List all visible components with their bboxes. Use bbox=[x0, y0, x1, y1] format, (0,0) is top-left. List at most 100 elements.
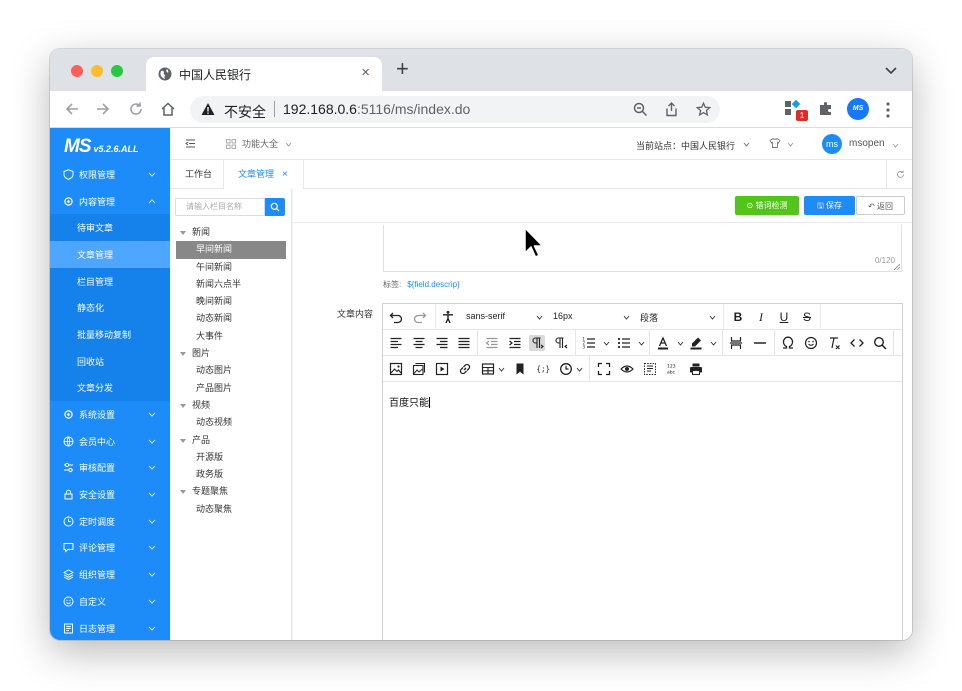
tree-node[interactable]: 晚间新闻 bbox=[176, 293, 286, 310]
username-menu[interactable]: msopen bbox=[849, 138, 885, 149]
chevron-down-icon[interactable] bbox=[498, 367, 505, 372]
sidebar-item-logs[interactable]: 日志管理 bbox=[50, 615, 170, 640]
tree-node[interactable]: 大事件 bbox=[176, 328, 286, 345]
tree-node[interactable]: 开源版 bbox=[176, 449, 286, 466]
caret-down-icon[interactable] bbox=[180, 490, 186, 495]
text-color-icon[interactable] bbox=[655, 335, 671, 351]
chevron-down-icon[interactable] bbox=[576, 367, 583, 372]
highlight-color-icon[interactable] bbox=[688, 335, 704, 351]
block-format-select[interactable]: 段落 bbox=[640, 311, 658, 324]
sidebar-item-schedule[interactable]: 定时调度 bbox=[50, 508, 170, 535]
sidebar-item-organization[interactable]: 组织管理 bbox=[50, 561, 170, 588]
sidebar-subitem-batch-copy[interactable]: 批量移动复制 bbox=[50, 321, 170, 348]
undo-icon[interactable] bbox=[388, 309, 404, 325]
select-all-icon[interactable] bbox=[642, 361, 658, 377]
chevron-down-icon[interactable] bbox=[884, 63, 898, 77]
column-search-input[interactable]: 请输入栏目名称 bbox=[175, 198, 265, 216]
sidebar-item-custom[interactable]: 自定义 bbox=[50, 588, 170, 615]
chevron-down-icon[interactable] bbox=[710, 341, 717, 346]
tab-close-icon[interactable]: × bbox=[282, 160, 288, 189]
home-button[interactable] bbox=[158, 99, 178, 119]
tree-node-root[interactable]: 产品 bbox=[176, 432, 286, 449]
theme-shirt-icon[interactable] bbox=[769, 137, 781, 149]
sidebar-subitem-pending[interactable]: 待审文章 bbox=[50, 214, 170, 242]
zoom-icon[interactable] bbox=[633, 102, 648, 117]
chevron-down-icon[interactable] bbox=[638, 341, 645, 346]
tree-node[interactable]: 动态聚焦 bbox=[176, 501, 286, 518]
caret-down-icon[interactable] bbox=[180, 403, 186, 408]
star-icon[interactable] bbox=[696, 102, 711, 117]
tree-node[interactable]: 新闻六点半 bbox=[176, 276, 286, 293]
sidebar-subitem-static[interactable]: 静态化 bbox=[50, 294, 170, 322]
share-icon[interactable] bbox=[664, 102, 679, 117]
insert-datetime-icon[interactable] bbox=[558, 361, 574, 377]
tree-node[interactable]: 动态图片 bbox=[176, 362, 286, 379]
back-button[interactable] bbox=[62, 99, 82, 119]
search-replace-icon[interactable] bbox=[872, 335, 888, 351]
sidebar-subitem-recycle[interactable]: 回收站 bbox=[50, 347, 170, 375]
save-button[interactable]: 🖫 保存 bbox=[804, 196, 855, 215]
bold-icon[interactable]: B bbox=[730, 309, 746, 325]
tree-node-root[interactable]: 图片 bbox=[176, 345, 286, 362]
underline-icon[interactable]: U bbox=[776, 309, 792, 325]
sidebar-item-audit[interactable]: 审核配置 bbox=[50, 455, 170, 482]
forward-button[interactable] bbox=[93, 99, 113, 119]
chevron-down-icon[interactable] bbox=[677, 341, 684, 346]
link-icon[interactable] bbox=[457, 361, 473, 377]
tree-node-root[interactable]: 视频 bbox=[176, 397, 286, 414]
align-left-icon[interactable] bbox=[388, 335, 404, 351]
minimize-window-button[interactable] bbox=[91, 65, 103, 77]
editor-content[interactable]: 百度只能 bbox=[389, 394, 430, 409]
maximize-window-button[interactable] bbox=[111, 65, 123, 77]
font-family-select[interactable]: sans-serif bbox=[466, 311, 505, 321]
tree-node[interactable]: 午间新闻 bbox=[176, 259, 286, 276]
word-count-icon[interactable]: 123 abc bbox=[665, 361, 681, 377]
redo-icon[interactable] bbox=[412, 309, 428, 325]
tree-node-selected[interactable]: 早间新闻 bbox=[176, 241, 286, 259]
sidebar-item-security[interactable]: 安全设置 bbox=[50, 481, 170, 508]
tab-article-manage[interactable]: 文章管理 × bbox=[224, 160, 304, 189]
url-text[interactable]: 192.168.0.6:5116/ms/index.do bbox=[283, 101, 470, 117]
sidebar-item-members[interactable]: 会员中心 bbox=[50, 428, 170, 455]
tree-node-root[interactable]: 新闻 bbox=[176, 224, 286, 241]
indent-icon[interactable] bbox=[507, 335, 523, 351]
sidebar-item-system[interactable]: 系统设置 bbox=[50, 401, 170, 428]
tree-node[interactable]: 产品图片 bbox=[176, 380, 286, 397]
strikethrough-icon[interactable]: S bbox=[799, 309, 815, 325]
sidebar-subitem-article-manage[interactable]: 文章管理 bbox=[50, 241, 170, 268]
menu-toggle-icon[interactable] bbox=[185, 138, 196, 149]
new-tab-button[interactable]: + bbox=[396, 58, 409, 80]
sidebar-item-permissions[interactable]: 权限管理 bbox=[50, 161, 170, 188]
warning-icon[interactable] bbox=[201, 102, 215, 116]
font-size-select[interactable]: 16px bbox=[553, 311, 573, 321]
ltr-direction-icon[interactable] bbox=[529, 335, 545, 351]
profile-avatar[interactable]: MS bbox=[847, 98, 869, 120]
align-center-icon[interactable] bbox=[411, 335, 427, 351]
description-textarea[interactable]: 0/120 bbox=[383, 225, 902, 272]
image-icon[interactable] bbox=[388, 361, 404, 377]
emoji-icon[interactable] bbox=[803, 335, 819, 351]
insecure-label[interactable]: 不安全 bbox=[224, 102, 266, 122]
caret-down-icon[interactable] bbox=[180, 231, 186, 235]
back-button[interactable]: ↶ 返回 bbox=[856, 196, 905, 215]
resize-handle-icon[interactable] bbox=[894, 264, 900, 270]
caret-down-icon[interactable] bbox=[180, 438, 186, 443]
tab-workbench[interactable]: 工作台 bbox=[174, 160, 224, 189]
bullet-list-icon[interactable] bbox=[616, 335, 632, 351]
rtl-direction-icon[interactable] bbox=[553, 335, 569, 351]
numbered-list-icon[interactable]: 123 bbox=[581, 335, 597, 351]
app-logo[interactable]: MS v5.2.6.ALL bbox=[64, 136, 139, 158]
sidebar-item-comments[interactable]: 评论管理 bbox=[50, 535, 170, 562]
sidebar-subitem-distribute[interactable]: 文章分发 bbox=[50, 374, 170, 402]
bookmark-icon[interactable] bbox=[512, 361, 528, 377]
source-code-icon[interactable] bbox=[849, 335, 865, 351]
tree-node-root[interactable]: 专题聚焦 bbox=[176, 483, 286, 500]
tree-node[interactable]: 政务版 bbox=[176, 466, 286, 483]
functions-menu[interactable]: 功能大全 bbox=[242, 137, 278, 150]
tree-node[interactable]: 动态新闻 bbox=[176, 310, 286, 327]
browser-tab[interactable]: 中国人民银行 × bbox=[146, 57, 382, 91]
table-icon[interactable] bbox=[480, 361, 496, 377]
tree-node[interactable]: 动态视频 bbox=[176, 414, 286, 431]
address-bar[interactable]: 不安全 192.168.0.6:5116/ms/index.do bbox=[190, 96, 720, 123]
typo-check-button[interactable]: ⊙ 错词检测 bbox=[735, 196, 799, 215]
